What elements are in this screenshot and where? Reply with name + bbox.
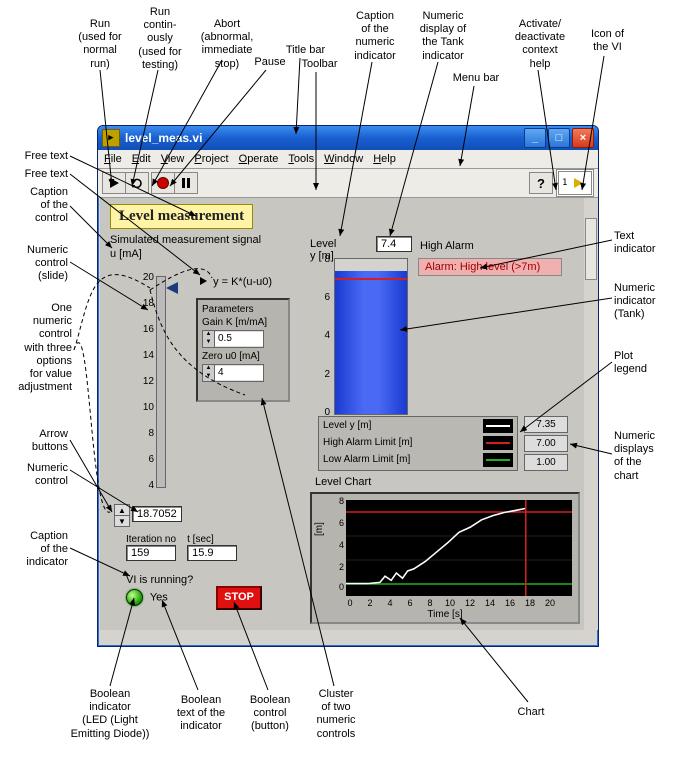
formula-text: y = K*(u-u0) [200,276,272,288]
legend-item-label: High Alarm Limit [m] [323,437,412,448]
annot-cap-num: Captionof thenumericindicator [345,10,405,63]
slider-value[interactable]: 18.7052 [132,506,182,522]
level-chart: [m] 8 6 4 2 0 0 2 4 6 [310,492,580,624]
alarm-text-indicator: Alarm: High level (>7m) [418,258,562,276]
minimize-button[interactable]: _ [524,128,546,148]
u-label: u [mA] [110,248,142,260]
chart-ylabel: [m] [314,522,325,536]
sim-signal-label: Simulated measurement signal [110,234,261,246]
annot-vi-icon: Icon ofthe VI [580,28,635,54]
menu-bar[interactable]: File Edit View Project Operate Tools Win… [98,150,598,169]
run-button[interactable] [103,173,126,193]
page-title: Level measurement [110,204,253,229]
led-indicator [126,589,143,606]
high-alarm-caption: High Alarm [420,240,474,252]
chart-label: Level Chart [315,476,371,488]
t-value: 15.9 [187,545,237,561]
title-bar-icon: ▶ [102,129,120,147]
menu-tools[interactable]: Tools [288,153,314,165]
annot-free1: Free text [8,150,68,163]
window-title: level_meas.vi [125,131,202,145]
annot-legend: Plotlegend [614,350,672,376]
toolbar: ? [98,169,598,198]
slider-pointer[interactable] [166,282,178,294]
running-text: Yes [150,591,168,603]
annot-numctrl: Numericcontrol [8,462,68,488]
iteration-box: Iteration no 159 t [sec] 15.9 [126,534,245,561]
maximize-button[interactable]: □ [548,128,570,148]
iter-value: 159 [126,545,176,561]
slider-scale: 20 18 16 14 12 10 8 6 4 [126,276,154,486]
gain-control[interactable]: ▲▼ 0.5 [202,330,264,348]
run-continuously-button[interactable] [126,173,148,193]
iter-label: Iteration no [126,534,176,545]
menu-operate[interactable]: Operate [239,153,279,165]
annot-numchart: Numericdisplaysof thechart [614,430,672,483]
abort-button[interactable] [152,173,175,193]
cluster-title: Parameters [202,304,284,315]
title-bar[interactable]: ▶ level_meas.vi _ □ × [98,126,598,150]
annot-booltxt: Booleantext of theindicator [166,694,236,734]
vi-icon[interactable] [556,169,594,197]
annot-toolbar: Toolbar [292,58,347,71]
annot-cap-ind: Captionof theindicator [8,530,68,570]
annot-arrow: Arrowbuttons [8,428,68,454]
annot-tank-ind: Numericindicator(Tank) [614,282,672,322]
slider-track[interactable] [156,276,166,488]
context-help-button[interactable]: ? [529,172,553,194]
stop-button[interactable]: STOP [216,586,262,610]
annot-pause: Pause [250,56,290,69]
running-caption: VI is running? [126,574,193,586]
arrow-down-icon[interactable]: ▼ [115,516,129,526]
annot-chart: Chart [506,706,556,719]
legend-item-label: Low Alarm Limit [m] [323,454,410,465]
annot-three: Onenumericcontrolwith threeoptionsfor va… [6,302,72,394]
annot-slide: Numericcontrol(slide) [8,244,68,284]
tank-numeric: 7.4 [376,236,412,252]
tank-indicator [334,258,408,415]
horizontal-scrollbar[interactable] [100,629,584,644]
menu-window[interactable]: Window [324,153,363,165]
annot-boolbtn: Booleancontrol(button) [240,694,300,734]
annot-num-tank: Numericdisplay ofthe Tankindicator [408,10,478,63]
annot-run-cont: Runcontin-ously(used fortesting) [130,6,190,72]
arrow-up-icon[interactable]: ▲ [115,505,129,516]
t-label: t [sec] [187,534,237,545]
tank-alarm-line [335,278,407,280]
annot-menubar: Menu bar [446,72,506,85]
menu-file[interactable]: File [104,153,122,165]
legend-values: 7.35 7.00 1.00 [524,416,568,471]
annot-free2: Free text [8,168,68,181]
gain-label: Gain K [m/mA] [202,317,284,328]
tank-scale: 8 6 4 2 0 [310,258,330,413]
annot-titlebar: Title bar [278,44,333,57]
annot-cluster: Clusterof twonumericcontrols [306,688,366,741]
annot-text-ind: Textindicator [614,230,672,256]
chart-xlabel: Time [s] [312,609,578,620]
slider-control[interactable]: 20 18 16 14 12 10 8 6 4 [116,266,188,506]
annot-cap-ctrl: Captionof thecontrol [8,186,68,226]
legend-item-label: Level y [m] [323,420,371,431]
annot-run: Run(used fornormalrun) [70,18,130,71]
tank-fill [335,271,407,414]
front-panel: Level measurement Simulated measurement … [100,198,584,630]
running-group: VI is running? Yes [126,574,193,606]
zero-control[interactable]: ▲▼ 4 [202,364,264,382]
annot-ctx-help: Activate/deactivatecontexthelp [505,18,575,71]
vertical-scrollbar[interactable] [583,198,598,630]
close-button[interactable]: × [572,128,594,148]
pause-button[interactable] [175,173,197,193]
annot-led: Booleanindicator(LED (LightEmitting Diod… [60,688,160,741]
menu-project[interactable]: Project [194,153,228,165]
zero-label: Zero u0 [mA] [202,351,284,362]
arrow-buttons[interactable]: ▲ ▼ [114,504,130,527]
parameters-cluster: Parameters Gain K [m/mA] ▲▼ 0.5 Zero u0 … [196,298,290,402]
chart-plot-area [346,500,572,596]
menu-help[interactable]: Help [373,153,396,165]
plot-legend: Level y [m] High Alarm Limit [m] Low Ala… [318,416,568,471]
menu-view[interactable]: View [161,153,185,165]
window: ▶ level_meas.vi _ □ × File Edit View Pro… [97,125,599,647]
menu-edit[interactable]: Edit [132,153,151,165]
